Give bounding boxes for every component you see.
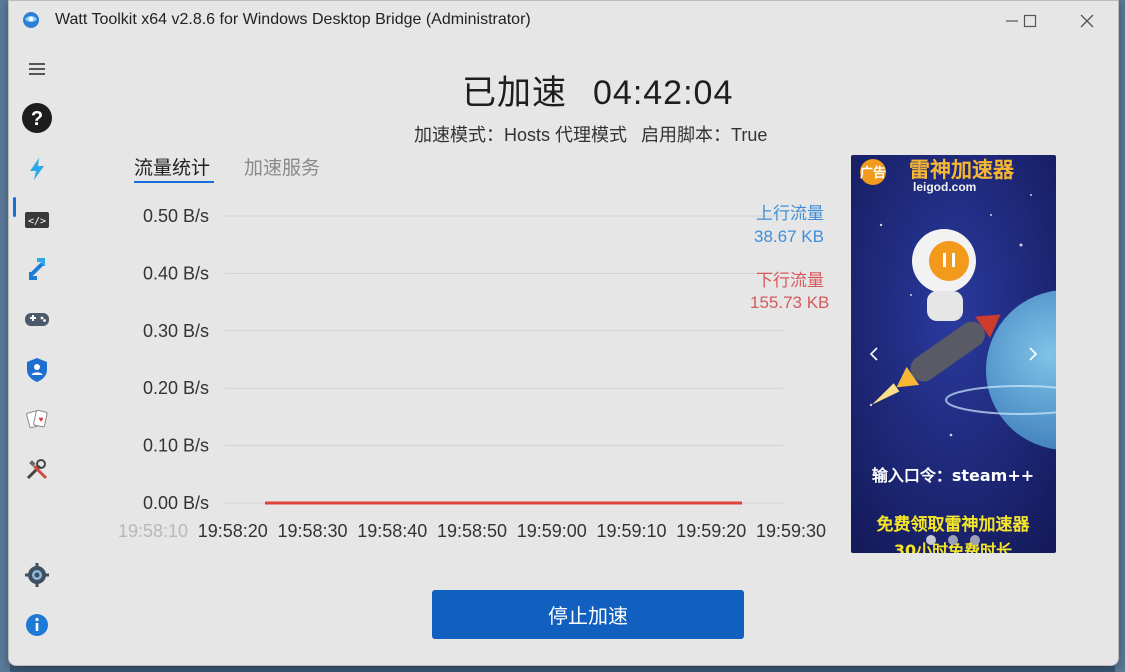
chevron-right-icon[interactable]	[1026, 345, 1040, 363]
x-tick-label: 19:58:40	[357, 521, 427, 541]
download-value: 155.73 KB	[750, 293, 830, 312]
carousel-dots[interactable]	[923, 533, 987, 547]
close-icon	[1080, 14, 1094, 28]
close-button[interactable]	[1064, 7, 1110, 35]
ad-banner[interactable]: 广告 雷神加速器 leigod.com 输入口令：steam++ 免费领取雷神加…	[851, 155, 1056, 553]
gear-icon	[25, 563, 49, 587]
x-tick-label: 19:58:30	[277, 521, 347, 541]
maximize-icon	[1023, 14, 1037, 28]
maximize-button[interactable]	[1007, 7, 1053, 35]
info-icon	[26, 614, 48, 636]
x-tick-label: 19:58:50	[437, 521, 507, 541]
app-window: Watt Toolkit x64 v2.8.6 for Windows Desk…	[8, 0, 1119, 666]
x-tick-label: 19:59:20	[676, 521, 746, 541]
ad-domain: leigod.com	[913, 180, 976, 194]
y-tick-label: 0.10 B/s	[143, 436, 209, 456]
upload-label: 上行流量	[756, 204, 824, 223]
traffic-chart: 0.00 B/s 0.10 B/s 0.20 B/s 0.30 B/s 0.40 B/s…	[118, 206, 826, 541]
upload-value: 38.67 KB	[754, 227, 824, 246]
sidebar-item-settings[interactable]	[19, 557, 55, 593]
x-tick-label: 19:58:10	[118, 521, 188, 541]
x-tick-label: 19:58:20	[198, 521, 268, 541]
x-tick-label: 19:59:30	[756, 521, 826, 541]
download-label: 下行流量	[756, 271, 824, 290]
y-tick-label: 0.50 B/s	[143, 206, 209, 226]
y-tick-label: 0.30 B/s	[143, 321, 209, 341]
x-tick-label: 19:59:10	[596, 521, 666, 541]
chevron-left-icon[interactable]	[867, 345, 881, 363]
sidebar-item-about[interactable]	[19, 607, 55, 643]
y-tick-label: 0.20 B/s	[143, 378, 209, 398]
ad-brand: 雷神加速器	[909, 158, 1015, 182]
ad-offer-line: 免费领取雷神加速器	[877, 514, 1031, 535]
ad-code-line: 输入口令：steam++	[872, 466, 1034, 485]
x-tick-label: 19:59:00	[517, 521, 587, 541]
y-tick-label: 0.40 B/s	[143, 263, 209, 283]
ad-badge: 广告	[860, 165, 886, 181]
y-tick-label: 0.00 B/s	[143, 493, 209, 513]
stop-acceleration-button[interactable]: 停止加速	[432, 590, 744, 639]
